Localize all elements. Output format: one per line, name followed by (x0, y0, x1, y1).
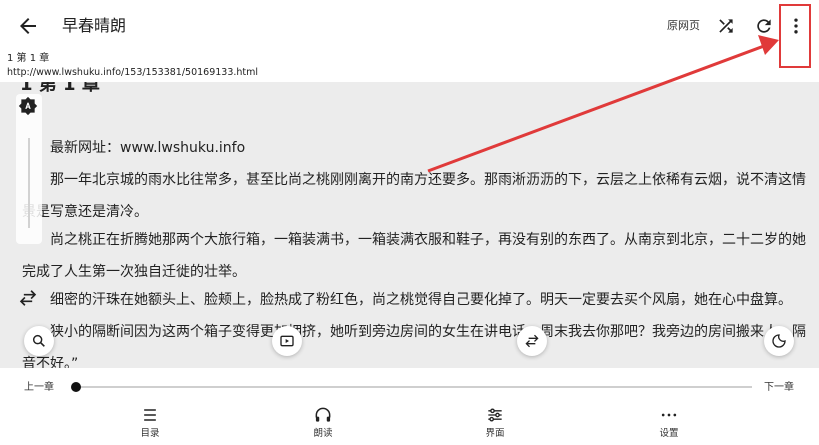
paragraph: 狭小的隔断间因为这两个箱子变得更加拥挤，她听到旁边房间的女生在讲电话：周末我去你… (22, 324, 806, 368)
chapter-progress-track[interactable] (76, 386, 752, 388)
paragraph: 尚之桃正在折腾她那两个大旅行箱，一箱装满书，一箱装满衣服和鞋子，再没有别的东西了… (22, 232, 806, 280)
next-chapter-button[interactable]: 下一章 (764, 381, 794, 395)
search-button[interactable] (24, 326, 54, 356)
nav-interface[interactable]: 界面 (465, 405, 525, 441)
chapter-label: 1 第 1 章 (7, 53, 50, 64)
chapter-url: http://www.lwshuku.info/153/153381/50169… (7, 67, 259, 78)
night-mode-button[interactable] (764, 326, 794, 356)
auto-brightness-icon[interactable] (18, 96, 38, 116)
moon-icon (772, 334, 786, 348)
replace-rule-button[interactable] (517, 326, 547, 356)
nav-label: 设置 (659, 428, 679, 439)
annotation-highlight-box (779, 4, 811, 68)
play-icon (280, 335, 294, 347)
auto-page-button[interactable] (272, 326, 302, 356)
paragraph: 最新网址：www.lwshuku.info (50, 140, 246, 156)
sliders-icon (488, 408, 502, 422)
paragraph: 细密的汗珠在她额头上、脸颊上，脸热成了粉红色，尚之桃觉得自己要化掉了。明天一定要… (50, 292, 792, 308)
swap-icon (525, 334, 539, 348)
book-title: 早春晴朗 (62, 16, 127, 35)
nav-catalog[interactable]: 目录 (120, 405, 180, 441)
swap-direction-icon[interactable] (18, 288, 38, 308)
nav-settings[interactable]: 设置 (639, 405, 699, 441)
top-app-bar: 早春晴朗 原网页 (0, 0, 819, 52)
refresh-icon[interactable] (754, 16, 774, 36)
menu-list-icon (144, 409, 156, 421)
paragraph: 那一年北京城的雨水比往常多，甚至比尚之桃刚刚离开的南方还要多。那雨淅沥沥的下，云… (22, 172, 806, 220)
search-icon (32, 334, 45, 347)
previous-chapter-button[interactable]: 上一章 (24, 381, 54, 395)
brightness-slider[interactable] (28, 138, 30, 228)
chapter-progress-thumb[interactable] (71, 382, 81, 392)
headphones-icon (315, 407, 331, 422)
reading-pane[interactable]: 1 第 1 章 最新网址：www.lwshuku.info 那一年北京城的雨水比… (0, 82, 819, 368)
nav-label: 目录 (140, 428, 160, 439)
original-page-button[interactable]: 原网页 (667, 18, 700, 34)
back-arrow-icon[interactable] (16, 14, 40, 38)
nav-read-aloud[interactable]: 朗读 (293, 405, 353, 441)
shuffle-icon[interactable] (716, 16, 736, 36)
nav-label: 朗读 (313, 428, 333, 439)
more-horiz-icon (661, 413, 677, 417)
nav-label: 界面 (485, 428, 505, 439)
